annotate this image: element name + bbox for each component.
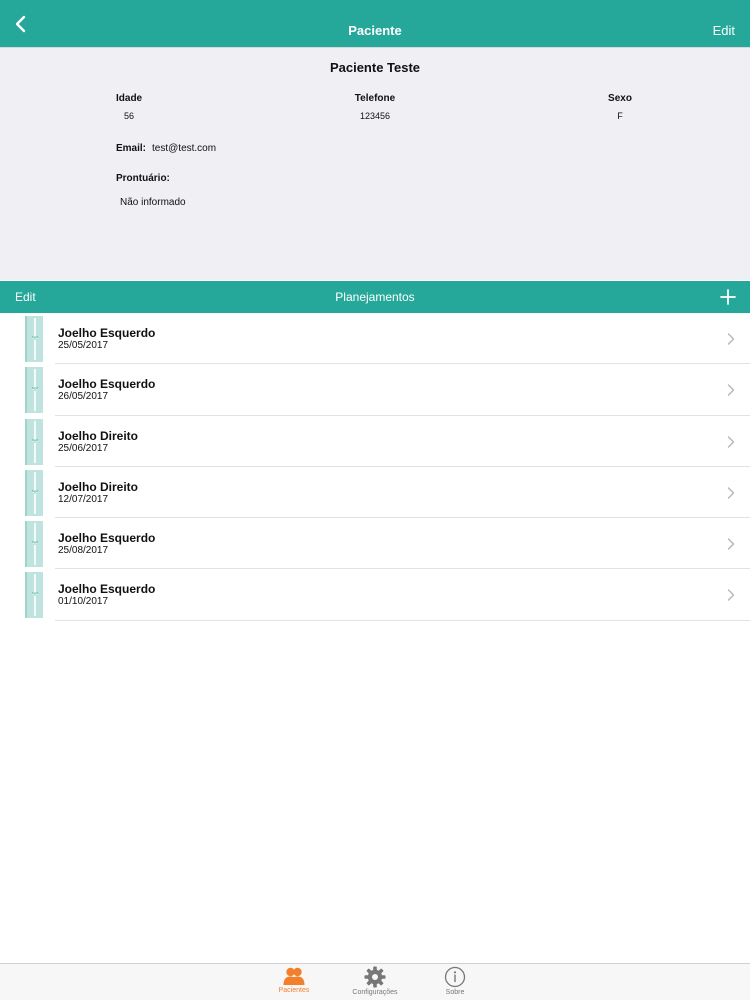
plan-title: Joelho Esquerdo: [58, 326, 156, 340]
add-plan-button[interactable]: [718, 287, 738, 307]
phone-field: Telefone 123456: [340, 93, 410, 121]
plans-header-bar: Edit Planejamentos: [0, 281, 750, 313]
phone-value: 123456: [359, 111, 391, 121]
chevron-left-icon: [15, 15, 26, 33]
plans-list: Joelho Esquerdo 25/05/2017 Joelho Esquerdo…: [0, 313, 750, 622]
knee-xray-thumbnail: [25, 316, 43, 362]
record-value: Não informado: [120, 197, 186, 208]
back-button[interactable]: [6, 10, 34, 38]
email-value: test@test.com: [152, 143, 217, 154]
info-icon: [444, 966, 466, 988]
sex-label: Sexo: [608, 93, 632, 104]
plan-date: 26/05/2017: [58, 391, 109, 403]
plan-title: Joelho Direito: [58, 428, 139, 443]
plan-date: 25/08/2017: [58, 545, 109, 557]
plan-row[interactable]: Joelho Direito 12/07/2017: [0, 467, 750, 519]
plan-row[interactable]: Joelho Esquerdo 01/10/2017: [0, 569, 750, 622]
chevron-right-icon: [727, 435, 735, 448]
knee-xray-thumbnail: [25, 469, 43, 516]
phone-label: Telefone: [354, 93, 396, 104]
tab-settings-label: Configurações: [352, 989, 398, 996]
plan-row[interactable]: Joelho Esquerdo 26/05/2017: [0, 364, 750, 416]
chevron-right-icon: [727, 384, 735, 397]
chevron-right-icon: [727, 333, 735, 345]
knee-xray-thumbnail: [25, 367, 43, 414]
patient-name: Paciente Teste: [329, 60, 421, 75]
age-value: 56: [124, 111, 135, 121]
tab-patients[interactable]: Pacientes: [259, 964, 329, 1000]
knee-xray-thumbnail: [25, 572, 43, 619]
plan-row[interactable]: Joelho Direito 25/06/2017: [0, 416, 750, 468]
chevron-right-icon: [727, 589, 735, 602]
chevron-right-icon: [727, 538, 735, 550]
sex-field: Sexo F: [580, 93, 660, 121]
plans-title: Planejamentos: [335, 290, 415, 304]
patients-icon: [283, 967, 305, 985]
tab-settings[interactable]: Configurações: [340, 964, 410, 1000]
edit-plans-button[interactable]: Edit: [15, 281, 36, 313]
chevron-right-icon: [727, 487, 735, 499]
plan-row[interactable]: Joelho Esquerdo 25/08/2017: [0, 518, 750, 570]
age-field: Idade 56: [116, 93, 142, 121]
sex-value: F: [617, 111, 623, 121]
page-title: Paciente: [348, 23, 402, 38]
plan-date: 25/06/2017: [58, 442, 109, 454]
record-label: Prontuário:: [116, 173, 170, 184]
plan-title: Joelho Direito: [58, 479, 139, 494]
edit-patient-button[interactable]: Edit: [713, 0, 735, 47]
email-field: Email: test@test.com: [116, 143, 216, 154]
tab-about[interactable]: Sobre: [420, 964, 490, 1000]
tab-patients-label: Pacientes: [278, 987, 310, 994]
plan-date: 01/10/2017: [58, 596, 109, 608]
patient-info-panel: Paciente Teste Idade 56 Telefone 123456 …: [0, 47, 750, 280]
navigation-bar: Paciente Edit: [0, 0, 750, 47]
gear-icon: [364, 966, 386, 988]
age-label: Idade: [116, 93, 143, 104]
plan-title: Joelho Esquerdo: [58, 582, 156, 597]
email-label: Email:: [116, 143, 147, 154]
plan-title: Joelho Esquerdo: [58, 531, 156, 546]
knee-xray-thumbnail: [25, 521, 43, 568]
plan-date: 25/05/2017: [58, 340, 109, 351]
plus-icon: [720, 289, 736, 305]
plan-row[interactable]: Joelho Esquerdo 25/05/2017: [0, 313, 750, 365]
knee-xray-thumbnail: [25, 418, 43, 465]
plan-title: Joelho Esquerdo: [58, 377, 156, 392]
tab-about-label: Sobre: [445, 989, 465, 996]
plan-date: 12/07/2017: [58, 493, 109, 505]
tab-bar: Pacientes Configurações Sobre: [0, 963, 750, 1000]
